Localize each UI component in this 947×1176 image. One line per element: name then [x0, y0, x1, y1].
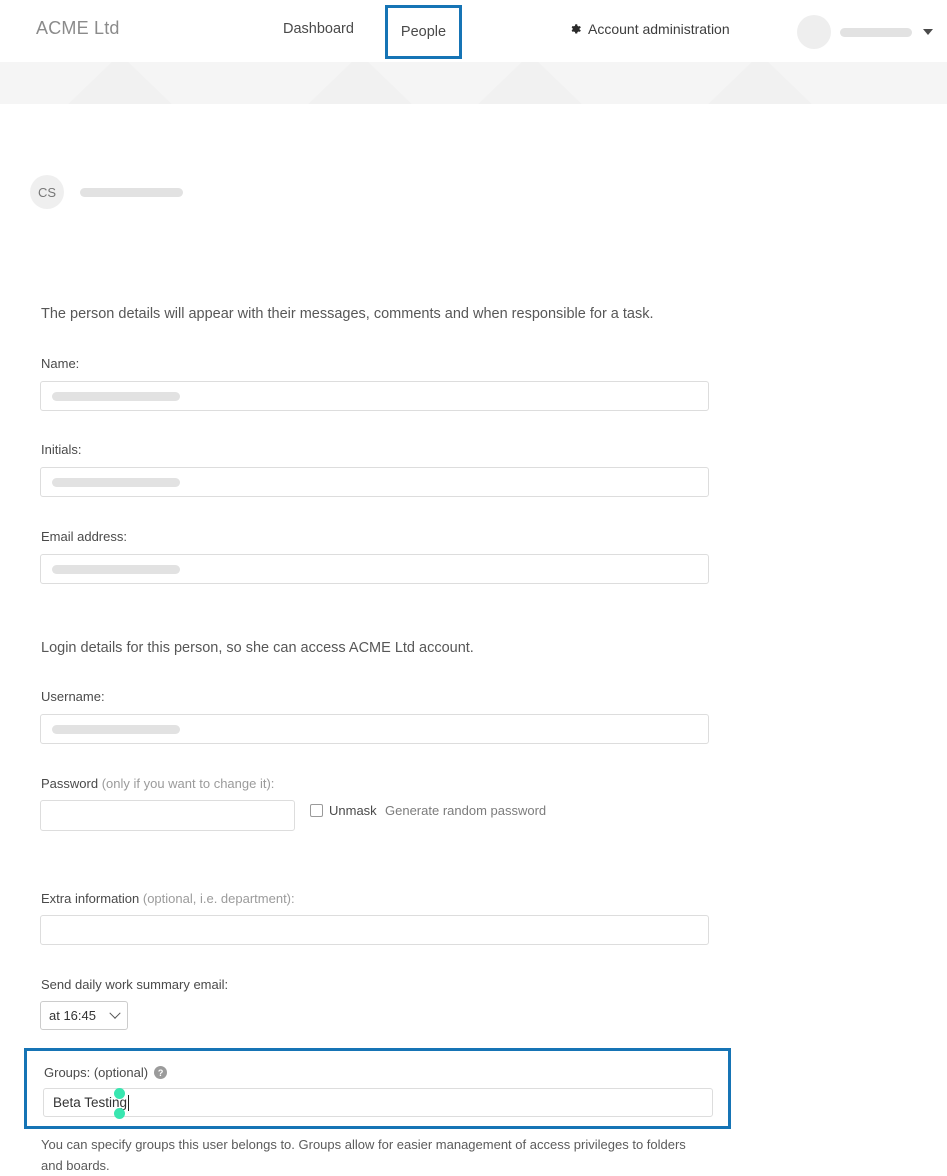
groups-label: Groups: (optional) ?	[44, 1065, 168, 1080]
password-label: Password (only if you want to change it)…	[41, 776, 274, 791]
generate-password-link[interactable]: Generate random password	[385, 803, 546, 818]
groups-help-text: You can specify groups this user belongs…	[41, 1137, 686, 1173]
email-value-redacted	[52, 564, 180, 574]
email-label: Email address:	[41, 529, 127, 544]
summary-email-label: Send daily work summary email:	[41, 977, 229, 992]
person-name-redacted	[80, 187, 183, 197]
password-input[interactable]	[40, 800, 295, 831]
email-input[interactable]	[40, 554, 709, 584]
extra-information-input[interactable]	[40, 915, 709, 945]
brand-logo[interactable]: ACME Ltd	[36, 18, 120, 39]
groups-label-text: Groups: (optional)	[44, 1065, 149, 1080]
extra-information-label: Extra information (optional, i.e. depart…	[41, 891, 295, 906]
page-content: CS The person details will appear with t…	[0, 104, 947, 1173]
extra-information-label-main: Extra information	[41, 891, 140, 906]
account-administration-label: Account administration	[588, 21, 730, 37]
name-input[interactable]	[40, 381, 709, 411]
account-administration-link[interactable]: Account administration	[568, 21, 730, 37]
person-avatar: CS	[30, 175, 64, 209]
chevron-down-icon	[923, 29, 933, 35]
summary-email-time-select[interactable]: at 16:45	[40, 1001, 128, 1030]
header-accent-band	[0, 62, 947, 104]
user-name-redacted	[840, 27, 912, 37]
unmask-checkbox[interactable]: Unmask	[310, 803, 377, 818]
help-icon[interactable]: ?	[154, 1066, 168, 1079]
chevron-down-icon	[109, 1007, 121, 1019]
extra-information-label-note: (optional, i.e. department):	[139, 891, 295, 906]
username-label: Username:	[41, 689, 105, 704]
initials-input[interactable]	[40, 467, 709, 497]
groups-input[interactable]: Beta Testing	[43, 1088, 713, 1117]
nav-item-people[interactable]: People	[385, 5, 462, 59]
nav-item-people-label: People	[400, 24, 447, 40]
nav-item-dashboard[interactable]: Dashboard	[283, 21, 354, 37]
password-label-note: (only if you want to change it):	[98, 776, 275, 791]
intro-text: The person details will appear with thei…	[41, 306, 654, 322]
name-value-redacted	[52, 391, 180, 401]
initials-label: Initials:	[41, 442, 82, 457]
selection-handle-top[interactable]	[114, 1088, 125, 1099]
person-header: CS	[30, 175, 183, 209]
username-value-redacted	[52, 724, 180, 734]
groups-field-group: Groups: (optional) ? Beta Testing	[24, 1048, 731, 1129]
unmask-checkbox-box[interactable]	[310, 804, 323, 817]
selection-handle-bottom[interactable]	[114, 1108, 125, 1119]
summary-email-time-value: at 16:45	[49, 1008, 96, 1023]
avatar	[797, 15, 831, 49]
gear-icon	[568, 22, 582, 36]
unmask-label: Unmask	[329, 803, 377, 818]
login-details-text: Login details for this person, so she ca…	[41, 640, 474, 656]
initials-value-redacted	[52, 477, 180, 487]
name-label: Name:	[41, 356, 80, 371]
text-caret	[128, 1094, 130, 1111]
username-input[interactable]	[40, 714, 709, 744]
user-menu[interactable]	[797, 15, 933, 49]
app-header: ACME Ltd Dashboard People Account admini…	[0, 0, 947, 62]
password-label-main: Password	[41, 776, 99, 791]
